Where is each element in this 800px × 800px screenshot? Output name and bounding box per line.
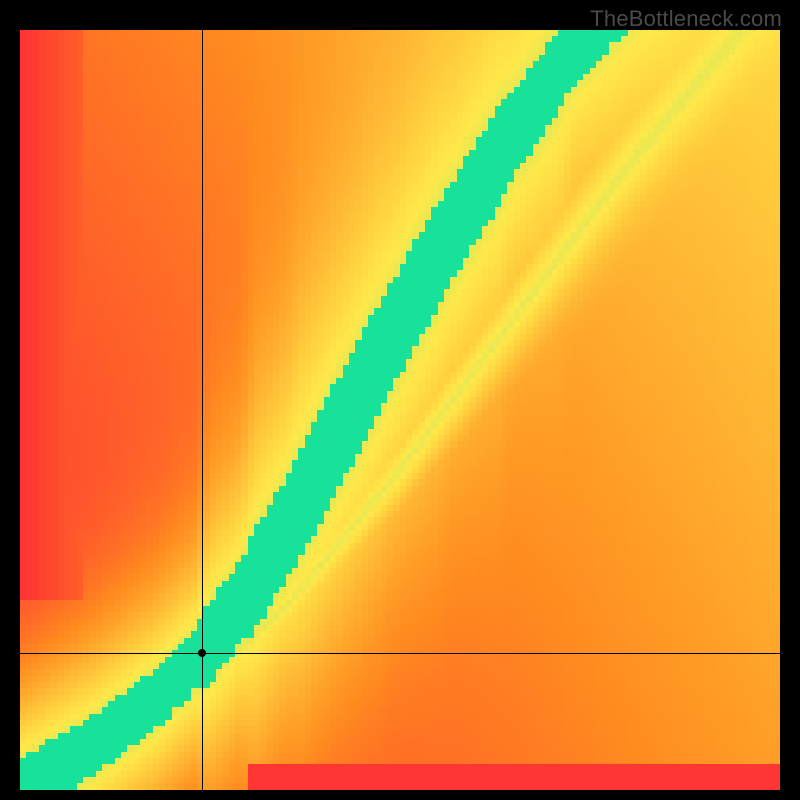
crosshair-horizontal xyxy=(20,653,780,654)
heatmap-canvas xyxy=(20,30,780,790)
crosshair-vertical xyxy=(202,30,203,790)
chart-frame: TheBottleneck.com xyxy=(0,0,800,800)
watermark-text: TheBottleneck.com xyxy=(590,6,782,32)
heatmap-plot xyxy=(20,30,780,790)
